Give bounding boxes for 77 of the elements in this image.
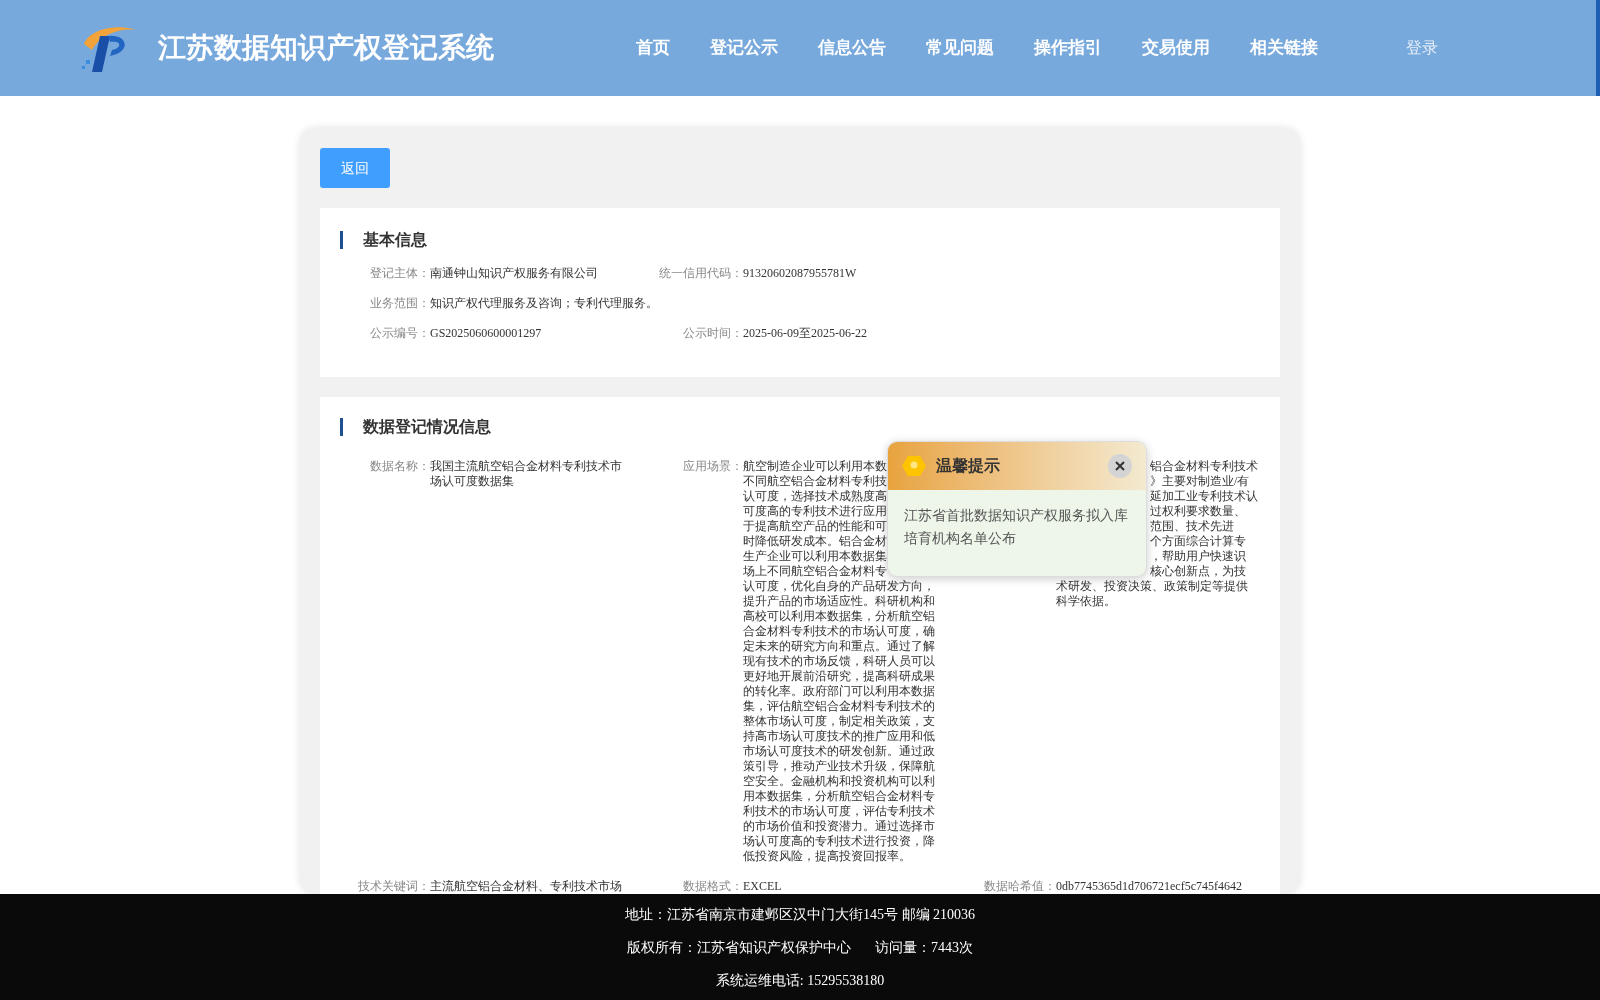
text-line: 可度高的专利技术进行应用	[743, 504, 887, 519]
field-label: 公示编号：	[369, 326, 430, 341]
field-label: 应用场景：	[682, 459, 743, 474]
field-value: 2025-06-09至2025-06-22	[743, 326, 867, 341]
popup-title: 温馨提示	[936, 456, 1000, 476]
text-line: 提升产品的市场适应性。科研机构和	[743, 594, 935, 609]
text-line: 整体市场认可度，制定相关政策，支	[743, 714, 935, 729]
nav-link[interactable]: 登记公示	[710, 35, 778, 61]
field-label: 业务范围：	[369, 296, 430, 311]
field-label: 登记主体：	[369, 266, 430, 281]
field-value: GS2025060600001297	[430, 326, 542, 341]
text-line: 时降低研发成本。铝合金材	[743, 534, 887, 549]
text-line: 核心创新点，为技	[1150, 564, 1246, 578]
text-line: 延加工业专利技术认	[1150, 489, 1258, 503]
nav-link[interactable]: 常见问题	[926, 35, 994, 61]
text-line: 集，评估航空铝合金材料专利技术的	[743, 699, 935, 714]
nav-link[interactable]: 操作指引	[1034, 35, 1102, 61]
nav-link[interactable]: 相关链接	[1250, 35, 1318, 61]
field-label: 技术关键词：	[357, 879, 430, 894]
field-label: 数据哈希值：	[983, 879, 1056, 894]
field-label: 数据格式：	[682, 879, 743, 894]
nav-link[interactable]: 信息公告	[818, 35, 886, 61]
text-line: 认可度，选择技术成熟度高	[743, 489, 887, 504]
text-line: 范围、技术先进	[1150, 519, 1234, 533]
footer-text: 访问量：7443次	[875, 938, 973, 957]
nav-link[interactable]: 首页	[636, 35, 670, 61]
field-value: 知识产权代理服务及咨询；专利代理服务。	[430, 296, 658, 311]
login-link[interactable]: 登录	[1406, 36, 1438, 60]
text-line: 》主要对制造业/有	[1150, 474, 1250, 488]
close-button[interactable]	[1108, 454, 1132, 478]
text-line: 利技术的市场认可度，评估专利技术	[743, 804, 935, 819]
text-line: 高校可以利用本数据集，分析航空铝	[743, 609, 935, 624]
text-line: 的市场价值和投资潜力。通过选择市	[743, 819, 935, 834]
text-line: 空安全。金融机构和投资机构可以利	[743, 774, 935, 789]
text-line: 场认可度高的专利技术进行投资，降	[743, 834, 935, 849]
text-line: 更好地开展前沿研究，提高科研成果	[743, 669, 935, 684]
text-line: 不同航空铝合金材料专利技	[743, 474, 887, 489]
text-line: 科学依据。	[1056, 594, 1116, 608]
site-title: 江苏数据知识产权登记系统	[158, 31, 495, 65]
text-line: 过权利要求数量、	[1150, 504, 1246, 518]
text-line: 于提高航空产品的性能和可	[743, 519, 887, 534]
text-line: 术研发、投资决策、政策制定等提供	[1056, 579, 1248, 593]
text-line: 的转化率。政府部门可以利用本数据	[743, 684, 935, 699]
field-value: 91320602087955781W	[743, 266, 857, 281]
text-line: 认可度，优化自身的产品研发方向，	[743, 579, 935, 594]
nav-link[interactable]: 交易使用	[1142, 35, 1210, 61]
text-line: 定未来的研究方向和重点。通过了解	[743, 639, 935, 654]
field-value: EXCEL	[743, 879, 782, 894]
text-line: 低投资风险，提高投资回报率。	[743, 849, 911, 864]
text-line: 用本数据集，分析航空铝合金材料专	[743, 789, 935, 804]
text-line: 市场认可度技术的研发创新。通过政	[743, 744, 935, 759]
footer-text: 地址：江苏省南京市建邺区汉中门大街145号 邮编 210036	[625, 905, 975, 924]
text-line: 生产企业可以利用本数据集	[743, 549, 887, 564]
field-value: 主流航空铝合金材料、专利技术市场	[430, 879, 622, 894]
field-label: 公示时间：	[682, 326, 743, 341]
field-value: 我国主流航空铝合金材料专利技术市场认可度数据集	[430, 459, 622, 489]
close-icon	[1115, 461, 1125, 471]
field-value: 南通钟山知识产权服务有限公司	[430, 266, 598, 281]
back-button[interactable]: 返回	[320, 148, 390, 188]
text-line: ，帮助用户快速识	[1150, 549, 1246, 563]
footer-text: 系统运维电话: 15295538180	[715, 971, 885, 990]
text-line: 铝合金材料专利技术	[1150, 459, 1258, 473]
text-line: 持高市场认可度技术的推广应用和低	[743, 729, 935, 744]
text-line: 航空制造企业可以利用本数	[743, 459, 887, 474]
text-line: 现有技术的市场反馈，科研人员可以	[743, 654, 935, 669]
field-label: 数据名称：	[369, 459, 430, 474]
popup-message[interactable]: 江苏省首批数据知识产权服务拟入库培育机构名单公布	[904, 504, 1130, 550]
text-line: 策引导，推动产业技术升级，保障航	[743, 759, 935, 774]
text-line: 场上不同航空铝合金材料专	[743, 564, 887, 579]
section-title: 基本信息	[363, 230, 427, 250]
text-line: 合金材料专利技术的市场认可度，确	[743, 624, 935, 639]
lightbulb-icon	[902, 455, 926, 477]
text-line: 个方面综合计算专	[1150, 534, 1246, 548]
section-title: 数据登记情况信息	[363, 417, 491, 437]
field-value: 0db7745365d1d706721ecf5c745f4642	[1056, 879, 1242, 894]
footer-text: 版权所有：江苏省知识产权保护中心	[627, 938, 851, 957]
field-label: 统一信用代码：	[658, 266, 743, 281]
